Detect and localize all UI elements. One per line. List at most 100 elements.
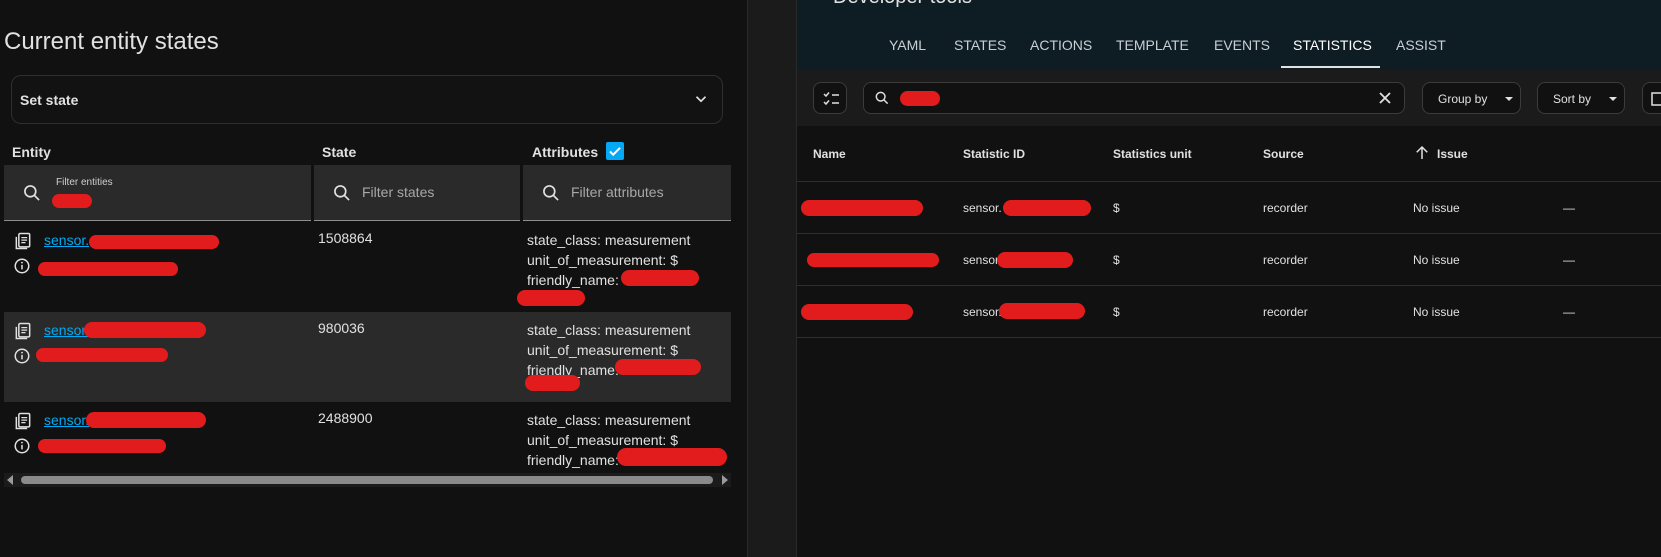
group-by-button[interactable]: Group by (1422, 82, 1521, 114)
unit-cell: $ (1113, 253, 1120, 267)
issue-cell: No issue (1413, 305, 1460, 319)
column-header-statistic-id[interactable]: Statistic ID (963, 147, 1025, 161)
table-row[interactable]: sensor. $ recorder No issue — (797, 182, 1661, 234)
redaction-mark (801, 200, 923, 216)
statistics-toolbar: Group by Sort by (797, 70, 1661, 126)
tab-actions[interactable]: ACTIONS (1030, 37, 1092, 53)
state-value: 980036 (318, 320, 365, 336)
panel-divider (747, 0, 797, 557)
table-row: sensor. 980036 state_class: measurement … (4, 312, 731, 402)
redaction-mark (89, 235, 219, 249)
source-cell: recorder (1263, 201, 1308, 215)
search-icon (24, 185, 40, 201)
close-icon[interactable] (1378, 91, 1392, 105)
entity-filter-field[interactable]: Filter entities (4, 165, 311, 221)
sort-by-label: Sort by (1553, 92, 1592, 106)
column-header-issue[interactable]: Issue (1437, 147, 1468, 161)
redaction-mark (1003, 200, 1091, 216)
search-input[interactable] (863, 82, 1405, 114)
source-cell: recorder (1263, 253, 1308, 267)
attributes-checkbox[interactable] (606, 142, 624, 160)
redaction-mark (52, 194, 92, 208)
arrow-up-icon[interactable] (1413, 144, 1431, 162)
statistic-id-cell: sensor. (963, 201, 1002, 215)
redaction-mark (621, 270, 699, 286)
tab-yaml[interactable]: YAML (889, 37, 926, 53)
group-by-label: Group by (1438, 92, 1488, 106)
redaction-mark (84, 322, 206, 338)
caret-down-icon (1505, 97, 1513, 101)
column-header-attributes: Attributes (532, 144, 599, 160)
unit-cell: $ (1113, 305, 1120, 319)
horizontal-scrollbar[interactable] (4, 473, 731, 487)
panel-title: Developer tools (833, 0, 972, 9)
info-icon[interactable] (13, 257, 31, 275)
tab-template[interactable]: TEMPLATE (1116, 37, 1189, 53)
top-app-bar: Developer tools YAML STATES ACTIONS TEMP… (797, 0, 1661, 70)
states-panel: Current entity states Set state Entity S… (0, 0, 747, 557)
entity-link[interactable]: sensor. (44, 232, 89, 248)
info-icon[interactable] (13, 347, 31, 365)
table-cog-icon (1651, 92, 1661, 106)
column-header-name[interactable]: Name (813, 147, 846, 161)
caret-down-icon (1609, 97, 1617, 101)
states-filter-field[interactable]: Filter states (314, 165, 520, 221)
state-value: 2488900 (318, 410, 373, 426)
entity-link[interactable]: sensor. (44, 412, 89, 428)
clipboard-icon[interactable] (13, 411, 33, 431)
tab-statistics[interactable]: STATISTICS (1293, 37, 1372, 53)
table-settings-button[interactable] (1642, 82, 1661, 114)
entity-link[interactable]: sensor. (44, 322, 89, 338)
redaction-mark (999, 303, 1085, 319)
chevron-down-icon (695, 96, 707, 103)
entity-filter-label: Filter entities (56, 177, 113, 188)
attributes-filter-field[interactable]: Filter attributes (523, 165, 731, 221)
column-header-entity: Entity (12, 144, 51, 160)
scroll-left-arrow-icon[interactable] (7, 475, 13, 485)
extra-cell: — (1563, 305, 1575, 319)
redaction-mark (617, 448, 727, 466)
set-state-expander[interactable]: Set state (11, 75, 723, 124)
attribute-line: state_class: measurement (527, 322, 691, 338)
tab-states[interactable]: STATES (954, 37, 1006, 53)
column-header-source[interactable]: Source (1263, 147, 1304, 161)
scrollbar-thumb[interactable] (21, 476, 713, 484)
redaction-mark (615, 359, 701, 375)
redaction-mark (900, 91, 940, 106)
set-state-label: Set state (20, 92, 79, 108)
redaction-mark (997, 252, 1073, 268)
attribute-line: unit_of_measurement: $ (527, 252, 678, 268)
scroll-right-arrow-icon[interactable] (722, 475, 728, 485)
extra-cell: — (1563, 253, 1575, 267)
source-cell: recorder (1263, 305, 1308, 319)
attributes-filter-placeholder: Filter attributes (571, 184, 664, 200)
unit-cell: $ (1113, 201, 1120, 215)
tab-events[interactable]: EVENTS (1214, 37, 1270, 53)
screen: Current entity states Set state Entity S… (0, 0, 1661, 557)
extra-cell: — (1563, 201, 1575, 215)
redaction-mark (517, 290, 585, 306)
redaction-mark (801, 304, 913, 320)
statistic-id-cell: sensor. (963, 305, 1002, 319)
redaction-mark (38, 262, 178, 276)
issue-cell: No issue (1413, 201, 1460, 215)
select-mode-button[interactable] (813, 82, 847, 114)
clipboard-icon[interactable] (13, 321, 33, 341)
sort-by-button[interactable]: Sort by (1537, 82, 1625, 114)
column-header-statistics-unit[interactable]: Statistics unit (1113, 147, 1192, 161)
active-tab-indicator (1281, 66, 1380, 68)
info-icon[interactable] (13, 437, 31, 455)
search-icon (543, 185, 559, 201)
attribute-line: unit_of_measurement: $ (527, 342, 678, 358)
clipboard-icon[interactable] (13, 231, 33, 251)
attribute-line: state_class: measurement (527, 412, 691, 428)
table-row: sensor. 1508864 state_class: measurement… (4, 222, 731, 312)
table-row[interactable]: sensor. $ recorder No issue — (797, 234, 1661, 286)
search-icon (334, 185, 350, 201)
states-filter-placeholder: Filter states (362, 184, 435, 200)
statistic-id-cell: sensor. (963, 253, 1002, 267)
table-row[interactable]: sensor. $ recorder No issue — (797, 286, 1661, 338)
checklist-icon (823, 92, 839, 106)
tab-assist[interactable]: ASSIST (1396, 37, 1446, 53)
column-header-state: State (322, 144, 357, 160)
